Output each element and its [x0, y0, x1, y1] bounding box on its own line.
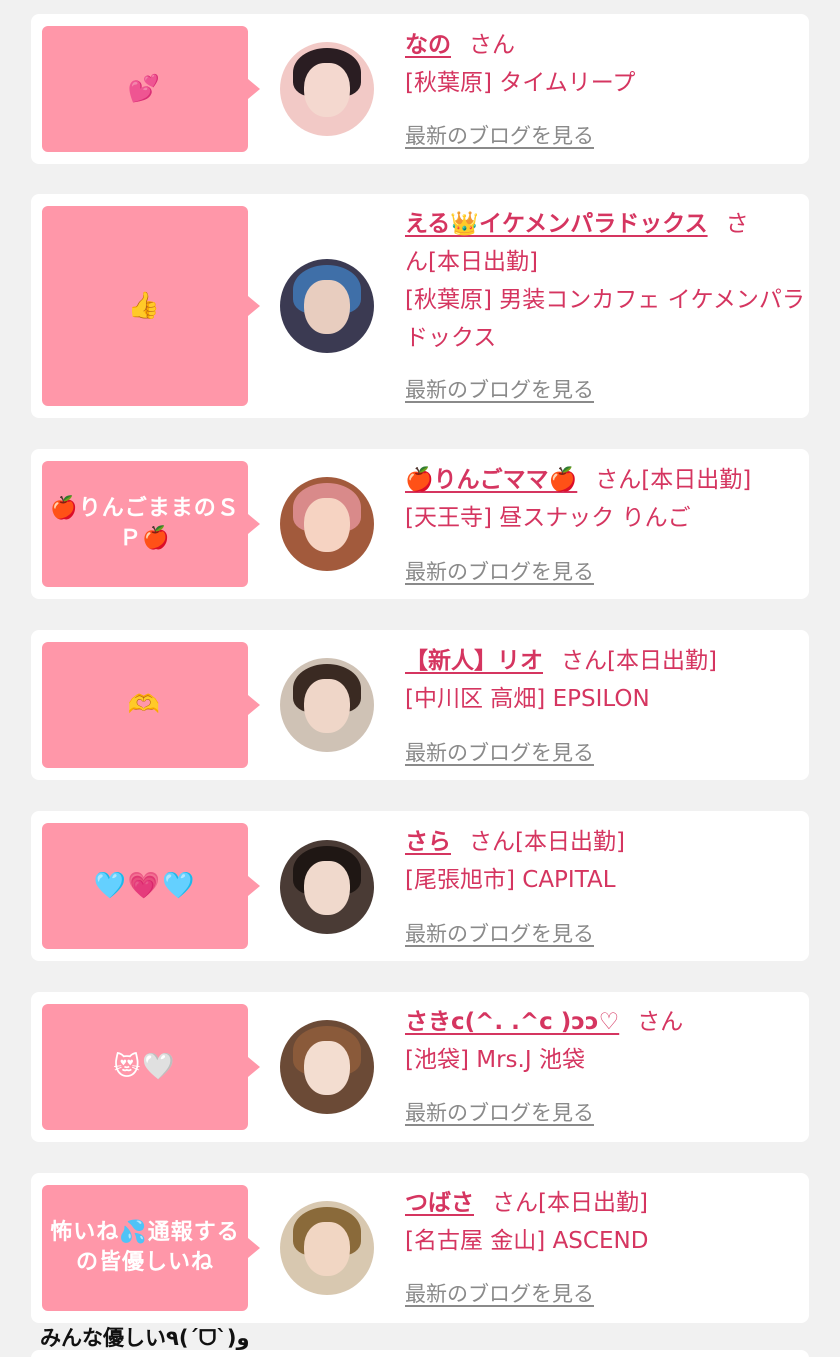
comment-bubble[interactable]: 怖いね💦通報するの皆優しいね	[42, 1185, 260, 1311]
post-info: える👑イケメンパラドックスさ ん[本日出勤] [秋葉原] 男装コンカフェ イケメ…	[405, 205, 816, 357]
work-status: ん[本日出勤]	[405, 249, 538, 275]
shop-name: [名古屋 金山] ASCEND	[405, 1228, 649, 1254]
honorific: さ	[725, 211, 749, 237]
avatar[interactable]	[280, 477, 374, 571]
cast-name-link[interactable]: 【新人】リオ	[405, 648, 543, 674]
comment-bubble[interactable]: 🍎りんごままのＳＰ🍎	[42, 461, 260, 587]
cast-name-link[interactable]: つばさ	[405, 1190, 474, 1216]
latest-blog-link[interactable]: 最新のブログを見る	[405, 120, 594, 150]
comment-bubble[interactable]: 😻🤍	[42, 1004, 260, 1130]
comment-bubble[interactable]: 👍	[42, 206, 260, 406]
comment-text: 👍	[127, 291, 163, 321]
post-info: つばさ さん[本日出勤] [名古屋 金山] ASCEND	[405, 1184, 816, 1260]
latest-blog-link[interactable]: 最新のブログを見る	[405, 1097, 594, 1127]
honorific: さん	[637, 1009, 684, 1035]
post-card-partial	[31, 1350, 809, 1357]
comment-text: 怖いね💦通報するの皆優しいね	[50, 1220, 240, 1275]
avatar-face	[304, 62, 350, 118]
blog-feed: 💕 なの さん [秋葉原] タイムリープ 最新のブログを見る 👍 える👑イケメンパ…	[0, 0, 840, 1357]
comment-text: 😻🤍	[113, 1052, 177, 1082]
latest-blog-link[interactable]: 最新のブログを見る	[405, 556, 594, 586]
name-line: なの さん	[405, 26, 816, 64]
caption-text: みんな優しい٩(ˊᗜˋ)و	[40, 1326, 250, 1350]
avatar[interactable]	[280, 42, 374, 136]
latest-blog-link[interactable]: 最新のブログを見る	[405, 918, 594, 948]
comment-bubble[interactable]: 🫶	[42, 642, 260, 768]
cast-name-link[interactable]: さら	[405, 829, 451, 855]
cast-name-link[interactable]: なの	[405, 32, 451, 58]
avatar[interactable]	[280, 259, 374, 353]
name-line: さきc(^. .^c )ɔɔ♡ さん	[405, 1003, 816, 1041]
honorific: さん	[469, 829, 515, 855]
cast-name-link[interactable]: さきc(^. .^c )ɔɔ♡	[405, 1009, 619, 1035]
shop-name: [尾張旭市] CAPITAL	[405, 867, 616, 893]
shop-name: [秋葉原] 男装コンカフェ イケメンパラドックス	[405, 287, 805, 351]
honorific: さん	[469, 32, 515, 58]
avatar-face	[304, 860, 350, 916]
avatar[interactable]	[280, 658, 374, 752]
name-line: さら さん[本日出勤]	[405, 823, 816, 861]
avatar[interactable]	[280, 1201, 374, 1295]
post-info: 【新人】リオ さん[本日出勤] [中川区 高畑] EPSILON	[405, 642, 816, 718]
shop-name: [中川区 高畑] EPSILON	[405, 686, 650, 712]
name-line: 【新人】リオ さん[本日出勤]	[405, 642, 816, 680]
avatar-face	[304, 1221, 350, 1277]
comment-text: 🍎りんごままのＳＰ🍎	[50, 496, 240, 551]
honorific: さん	[595, 467, 642, 493]
latest-blog-link[interactable]: 最新のブログを見る	[405, 1278, 594, 1308]
work-status: [本日出勤]	[641, 467, 752, 493]
avatar-face	[304, 678, 350, 734]
avatar[interactable]	[280, 1020, 374, 1114]
latest-blog-link[interactable]: 最新のブログを見る	[405, 374, 594, 404]
post-info: さら さん[本日出勤] [尾張旭市] CAPITAL	[405, 823, 816, 899]
avatar-face	[304, 279, 350, 335]
comment-text: 🫶	[127, 690, 163, 720]
work-status: [本日出勤]	[538, 1190, 648, 1216]
work-status: [本日出勤]	[607, 648, 717, 674]
comment-text: 💕	[127, 74, 163, 104]
name-line: える👑イケメンパラドックスさ	[405, 205, 816, 243]
cast-name-link[interactable]: える👑イケメンパラドックス	[405, 211, 708, 237]
shop-name: [池袋] Mrs.J 池袋	[405, 1047, 585, 1073]
name-line: つばさ さん[本日出勤]	[405, 1184, 816, 1222]
post-info: さきc(^. .^c )ɔɔ♡ さん [池袋] Mrs.J 池袋	[405, 1003, 816, 1079]
name-line: 🍎りんごママ🍎 さん[本日出勤]	[405, 461, 816, 499]
comment-text: 🩵💗🩵	[93, 871, 197, 901]
post-info: 🍎りんごママ🍎 さん[本日出勤] [天王寺] 昼スナック りんご	[405, 461, 816, 537]
honorific: さん	[561, 648, 607, 674]
latest-blog-link[interactable]: 最新のブログを見る	[405, 737, 594, 767]
avatar[interactable]	[280, 840, 374, 934]
post-info: なの さん [秋葉原] タイムリープ	[405, 26, 816, 102]
comment-bubble[interactable]: 🩵💗🩵	[42, 823, 260, 949]
work-status: [本日出勤]	[515, 829, 625, 855]
shop-name: [天王寺] 昼スナック りんご	[405, 505, 691, 531]
shop-name: [秋葉原] タイムリープ	[405, 70, 636, 96]
avatar-face	[304, 1040, 350, 1096]
comment-bubble[interactable]: 💕	[42, 26, 260, 152]
honorific: さん	[492, 1190, 538, 1216]
avatar-face	[304, 497, 350, 553]
cast-name-link[interactable]: 🍎りんごママ🍎	[405, 467, 577, 493]
